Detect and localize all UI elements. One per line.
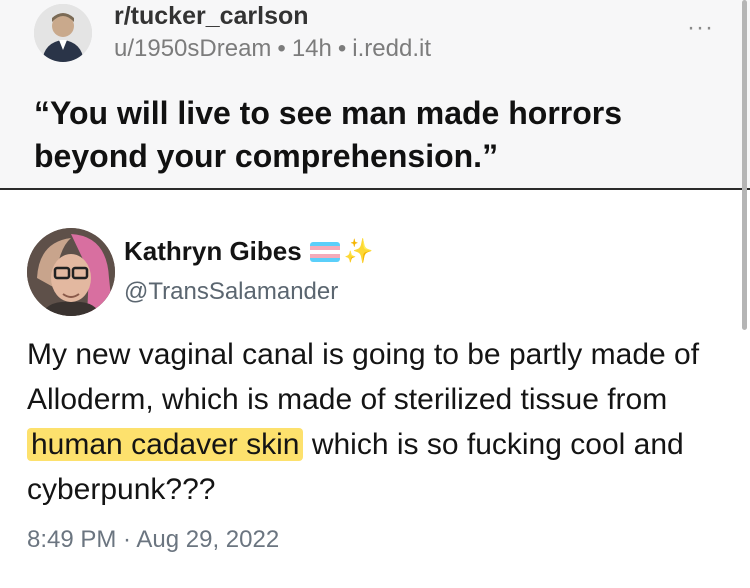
post-meta: u/1950sDream • 14h • i.redd.it [114,35,431,63]
tweet-handle: @TransSalamander [124,278,339,305]
tweet-text: My new vaginal canal is going to be part… [27,332,727,512]
post-author[interactable]: u/1950sDream [114,35,271,62]
separator-dot: • [277,35,286,62]
post-domain[interactable]: i.redd.it [352,35,431,62]
highlighted-text: human cadaver skin [27,428,304,461]
reddit-post-header: r/tucker_carlson u/1950sDream • 14h • i.redd… [0,0,750,190]
more-options-icon[interactable]: ··· [687,14,714,42]
tweet-text-part: My new vaginal canal is going to be part… [27,338,700,416]
tweet-image[interactable]: Kathryn Gibes ✨ @TransSalamander My new … [0,190,750,588]
subreddit-avatar[interactable] [34,4,92,62]
sparkles-icon: ✨ [343,238,374,265]
transgender-flag-icon [309,241,340,262]
separator-dot: • [337,35,347,62]
tweet-timestamp: 8:49 PM · Aug 29, 2022 [27,526,280,553]
display-name-text: Kathryn Gibes [124,236,302,266]
subreddit-name[interactable]: r/tucker_carlson [114,2,309,31]
tweet-avatar [27,228,115,316]
tweet-display-name: Kathryn Gibes ✨ [124,236,374,267]
post-title[interactable]: “You will live to see man made horrors b… [34,92,724,178]
post-age: 14h [291,35,332,62]
scrollbar[interactable] [742,0,747,330]
